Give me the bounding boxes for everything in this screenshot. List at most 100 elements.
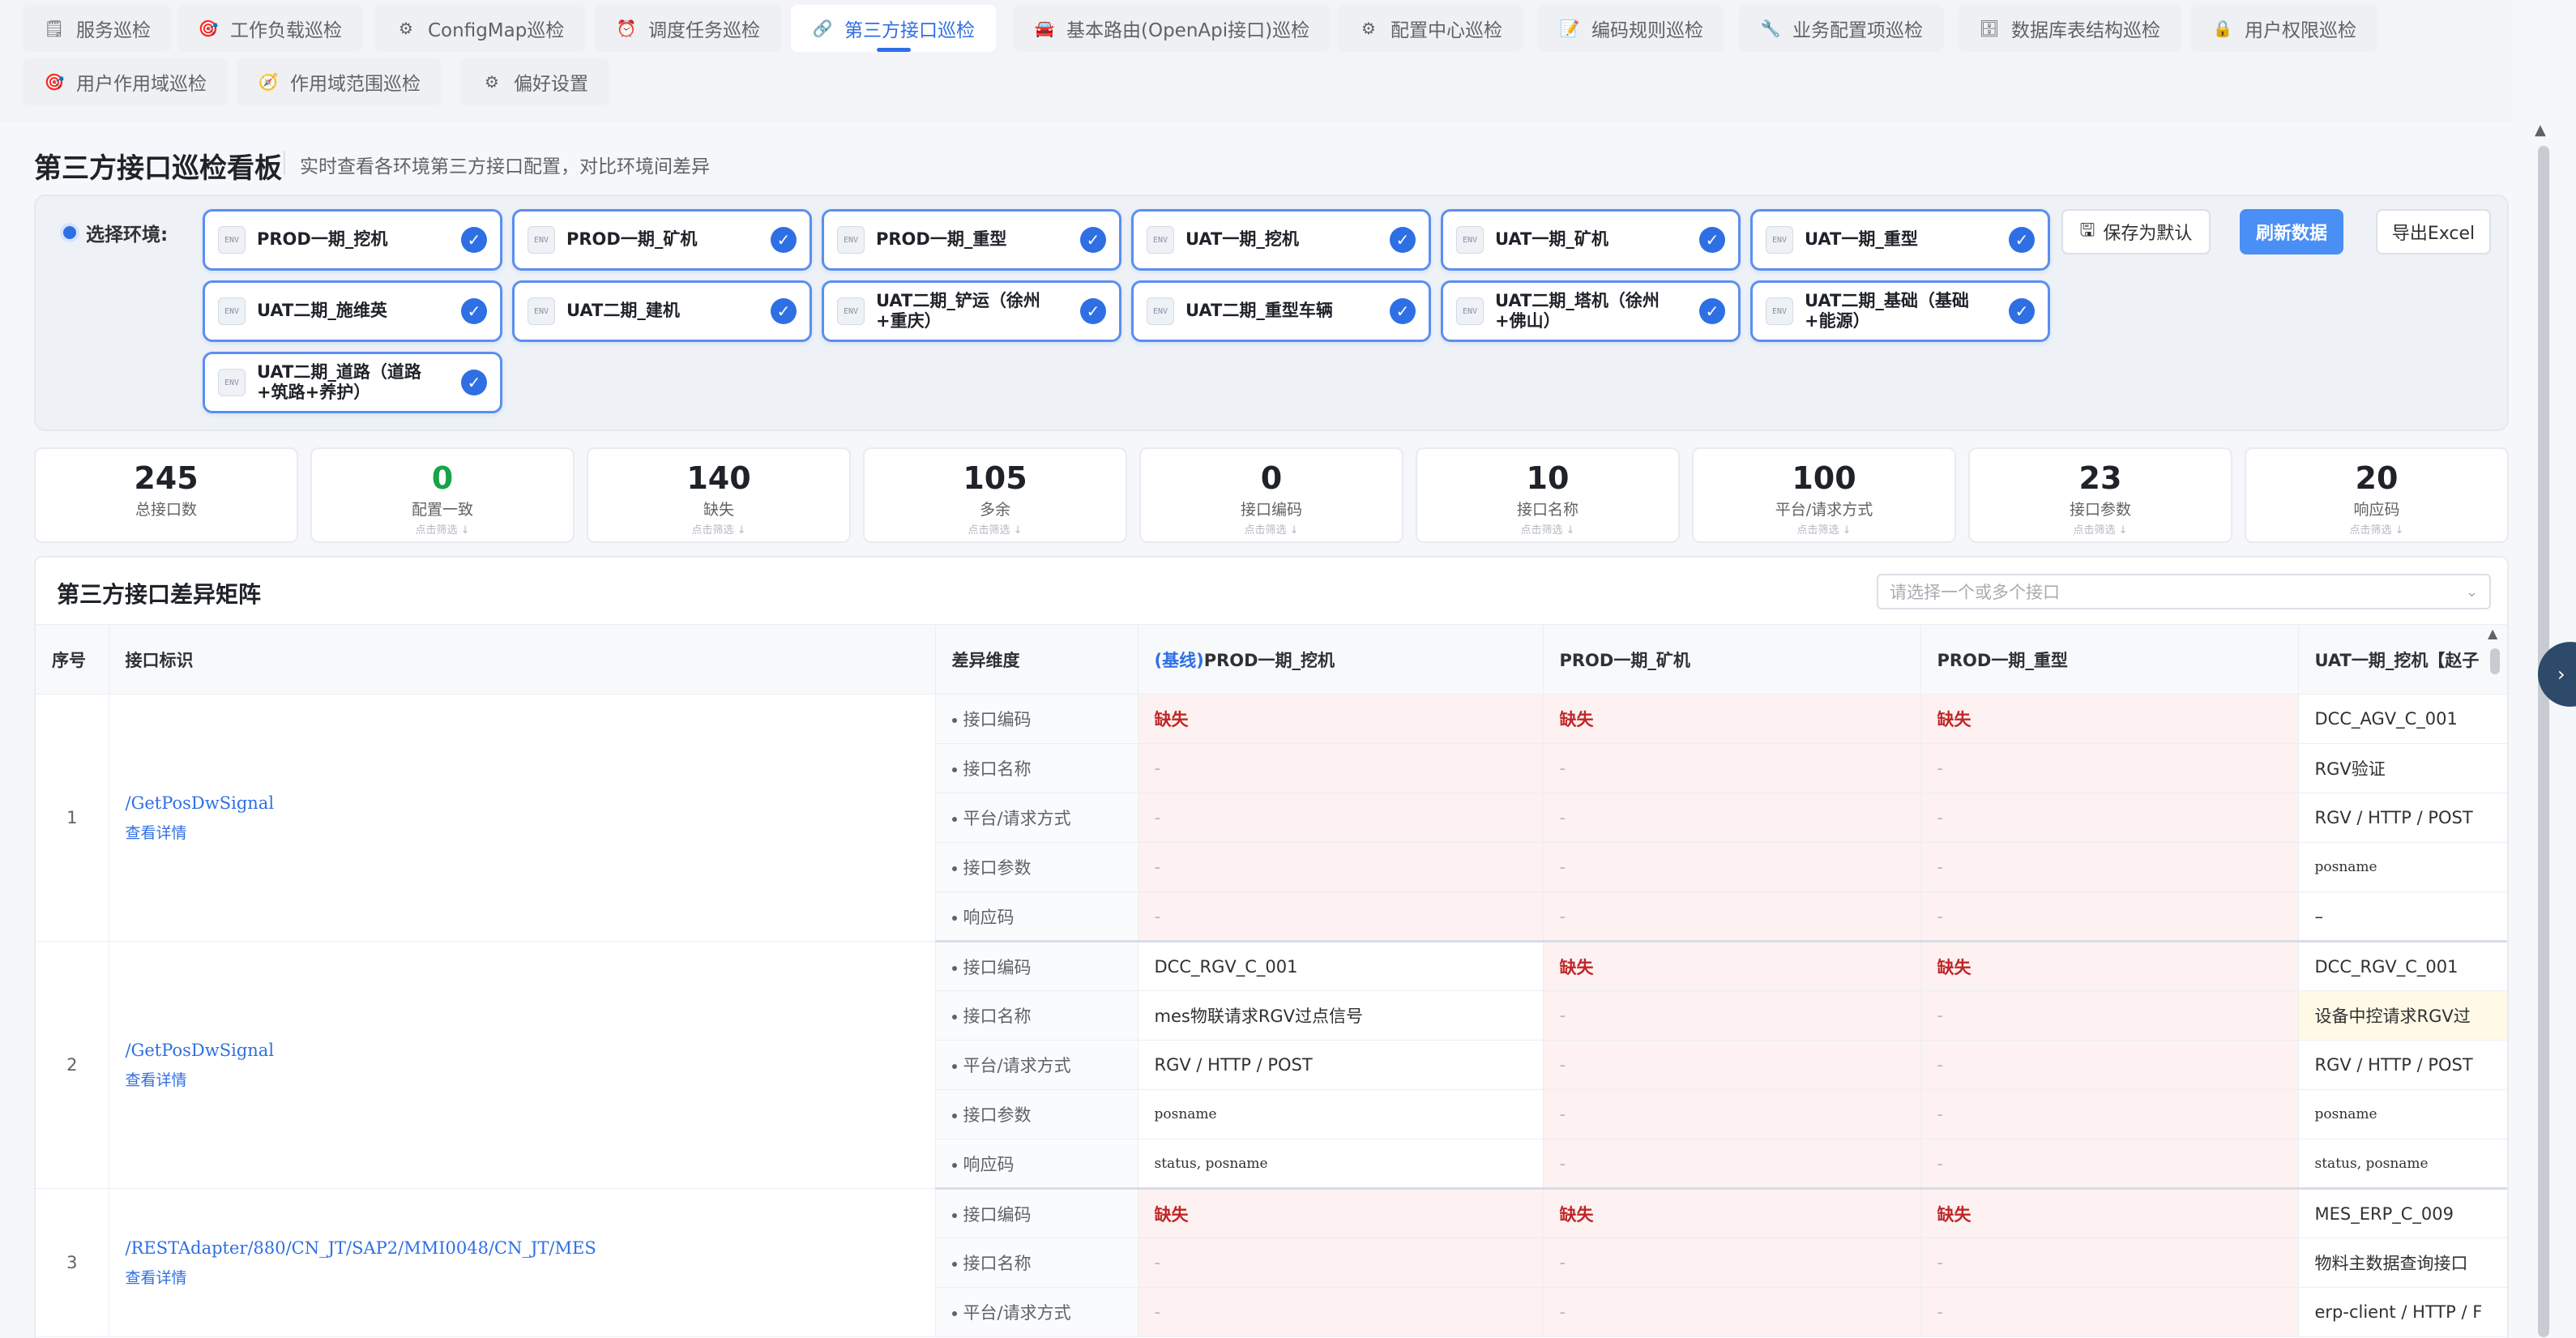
env-chip[interactable]: ENV UAT二期_施维英 ✓ [203, 280, 502, 342]
empty-cell: - [1138, 793, 1544, 843]
table-scrollbar[interactable] [2490, 648, 2500, 674]
tab-service-inspect[interactable]: 🗒 服务巡检 [23, 5, 172, 52]
missing-cell: 缺失 [1543, 694, 1921, 744]
stat-card-api-params[interactable]: 23 接口参数 点击筛选 ↓ [1968, 447, 2232, 543]
missing-cell: 缺失 [1920, 694, 2299, 744]
tab-label: 服务巡检 [76, 20, 151, 41]
env-chip-label: UAT二期_基础（基础+能源） [1805, 290, 1969, 331]
check-icon: ✓ [461, 227, 487, 253]
env-icon: ENV [837, 297, 865, 325]
stat-value: 105 [963, 460, 1027, 496]
api-cell: /GetPosDwSignal 查看详情 [109, 941, 936, 1189]
export-excel-button[interactable]: 导出Excel [2376, 209, 2491, 254]
view-detail-link[interactable]: 查看详情 [126, 1068, 919, 1090]
baseline-tag: (基线) [1154, 650, 1204, 670]
dim-cell: 接口名称 [935, 743, 1138, 793]
env-chip[interactable]: ENV PROD一期_矿机 ✓ [512, 209, 812, 271]
stat-card-platform-method[interactable]: 100 平台/请求方式 点击筛选 ↓ [1692, 447, 1956, 543]
scroll-up-arrow-icon[interactable]: ▲ [2535, 122, 2546, 139]
lock-icon: 🔒 [2212, 19, 2233, 38]
view-detail-link[interactable]: 查看详情 [126, 1266, 919, 1288]
page-scrollbar[interactable] [2538, 146, 2549, 1337]
env-chip[interactable]: ENV UAT一期_挖机 ✓ [1131, 209, 1431, 271]
stat-label: 接口参数 [2069, 500, 2131, 519]
gear-icon: ⚙ [399, 19, 413, 38]
env-chip-label: UAT二期_铲运（徐州+重庆） [876, 290, 1040, 331]
tab-configmap-inspect[interactable]: ⚙ ConfigMap巡检 [374, 5, 586, 52]
env-chip[interactable]: ENV UAT二期_基础（基础+能源） ✓ [1750, 280, 2050, 342]
row-seq: 3 [36, 1188, 109, 1337]
api-filter-select[interactable]: 请选择一个或多个接口 ⌄ [1877, 574, 2491, 609]
table-row: 3 /RESTAdapter/880/CN_JT/SAP2/MMI0048/CN… [36, 1188, 2507, 1337]
dim-cell: 接口参数 [935, 842, 1138, 892]
matrix-title: 第三方接口差异矩阵 [57, 581, 262, 608]
tab-label: 编码规则巡检 [1591, 20, 1703, 41]
col-header-api: 接口标识 [109, 624, 936, 695]
tab-scope-range-inspect[interactable]: 🧭 作用域范围巡检 [237, 58, 442, 105]
dim-cell: 接口编码 [935, 941, 1138, 991]
table-scroll-up-arrow-icon[interactable]: ▲ [2488, 626, 2497, 641]
link-icon: 🔗 [812, 19, 833, 38]
env-chip[interactable]: ENV UAT一期_重型 ✓ [1750, 209, 2050, 271]
tab-biz-config-inspect[interactable]: 🔧 业务配置项巡检 [1739, 5, 1944, 52]
tab-code-rule-inspect[interactable]: 📝 编码规则巡检 [1538, 5, 1724, 52]
check-icon: ✓ [1080, 298, 1106, 324]
env-chip-label: PROD一期_挖机 [257, 229, 388, 250]
env-chip[interactable]: ENV UAT二期_重型车辆 ✓ [1131, 280, 1431, 342]
tab-db-schema-inspect[interactable]: 🗄 数据库表结构巡检 [1958, 5, 2181, 52]
stat-card-api-name[interactable]: 10 接口名称 点击筛选 ↓ [1416, 447, 1680, 543]
env-chip[interactable]: ENV PROD一期_重型 ✓ [822, 209, 1121, 271]
value-cell: erp-client / HTTP / F [2298, 1287, 2507, 1337]
view-detail-link[interactable]: 查看详情 [126, 821, 919, 843]
env-chip[interactable]: ENV UAT一期_矿机 ✓ [1441, 209, 1741, 271]
stat-label: 响应码 [2353, 500, 2400, 519]
env-chip[interactable]: ENV UAT二期_塔机（徐州+佛山） ✓ [1441, 280, 1741, 342]
diff-matrix-table: 序号 接口标识 差异维度 (基线)PROD一期_挖机 PROD一期_矿机 PRO… [36, 624, 2507, 1337]
stat-card-consistent[interactable]: 0 配置一致 点击筛选 ↓ [310, 447, 575, 543]
tab-schedule-inspect[interactable]: ⏰ 调度任务巡检 [595, 5, 781, 52]
api-path: /GetPosDwSignal [125, 1040, 275, 1060]
api-cell: /GetPosDwSignal 查看详情 [109, 694, 936, 942]
tab-openapi-route-inspect[interactable]: 🚘 基本路由(OpenApi接口)巡检 [1013, 5, 1331, 52]
diff-matrix-panel: 第三方接口差异矩阵 请选择一个或多个接口 ⌄ 序号 接口标识 差异维度 (基线)… [34, 556, 2509, 1338]
tab-third-party-inspect[interactable]: 🔗 第三方接口巡检 [791, 5, 996, 52]
select-placeholder: 请选择一个或多个接口 [1890, 583, 2060, 602]
env-chip[interactable]: ENV UAT二期_铲运（徐州+重庆） ✓ [822, 280, 1121, 342]
empty-cell: - [1138, 1287, 1544, 1337]
value-cell: posname [2298, 842, 2507, 892]
stat-card-extra[interactable]: 105 多余 点击筛选 ↓ [863, 447, 1127, 543]
save-default-button[interactable]: 🖫 保存为默认 [2061, 209, 2211, 254]
empty-cell: - [1920, 1287, 2299, 1337]
stat-card-response-code[interactable]: 20 响应码 点击筛选 ↓ [2245, 447, 2509, 543]
env-chip[interactable]: ENV UAT二期_建机 ✓ [512, 280, 812, 342]
stat-filter-hint: 点击筛选 ↓ [1796, 524, 1852, 536]
gear-icon: ⚙ [485, 72, 499, 92]
tab-workload-inspect[interactable]: 🎯 工作负载巡检 [177, 5, 363, 52]
env-chip-label: UAT二期_重型车辆 [1185, 301, 1333, 321]
table-row: 2 /GetPosDwSignal 查看详情 接口编码 DCC_RGV_C_00… [36, 941, 2507, 1189]
empty-cell: - [1920, 1040, 2299, 1090]
target-icon: 🎯 [44, 72, 65, 92]
tab-user-scope-inspect[interactable]: 🎯 用户作用域巡检 [23, 58, 228, 105]
chevron-down-icon: ⌄ [2465, 583, 2478, 601]
stat-value: 23 [2078, 460, 2122, 496]
env-chip[interactable]: ENV UAT二期_道路（道路+筑路+养护） ✓ [203, 352, 502, 413]
stat-card-missing[interactable]: 140 缺失 点击筛选 ↓ [587, 447, 851, 543]
empty-cell: - [1920, 990, 2299, 1041]
env-chip-label: UAT一期_重型 [1805, 229, 1918, 250]
empty-cell: - [1543, 1139, 1921, 1190]
refresh-button[interactable]: 刷新数据 [2240, 209, 2343, 254]
env-icon: ENV [1766, 226, 1793, 254]
stat-filter-hint: 点击筛选 ↓ [1520, 524, 1575, 536]
stat-card-api-code[interactable]: 0 接口编码 点击筛选 ↓ [1139, 447, 1403, 543]
dim-cell: 接口名称 [935, 990, 1138, 1041]
stat-filter-hint: 点击筛选 ↓ [691, 524, 746, 536]
stat-filter-hint: 点击筛选 ↓ [415, 524, 470, 536]
tab-user-permission-inspect[interactable]: 🔒 用户权限巡检 [2191, 5, 2377, 52]
col-header-seq: 序号 [36, 624, 109, 695]
tab-config-center-inspect[interactable]: ⚙ 配置中心巡检 [1337, 5, 1523, 52]
col-header-env: UAT一期_挖机【赵子 [2298, 624, 2507, 695]
env-chip[interactable]: ENV PROD一期_挖机 ✓ [203, 209, 502, 271]
api-path: /GetPosDwSignal [125, 793, 275, 813]
tab-preferences[interactable]: ⚙ 偏好设置 [460, 58, 609, 105]
